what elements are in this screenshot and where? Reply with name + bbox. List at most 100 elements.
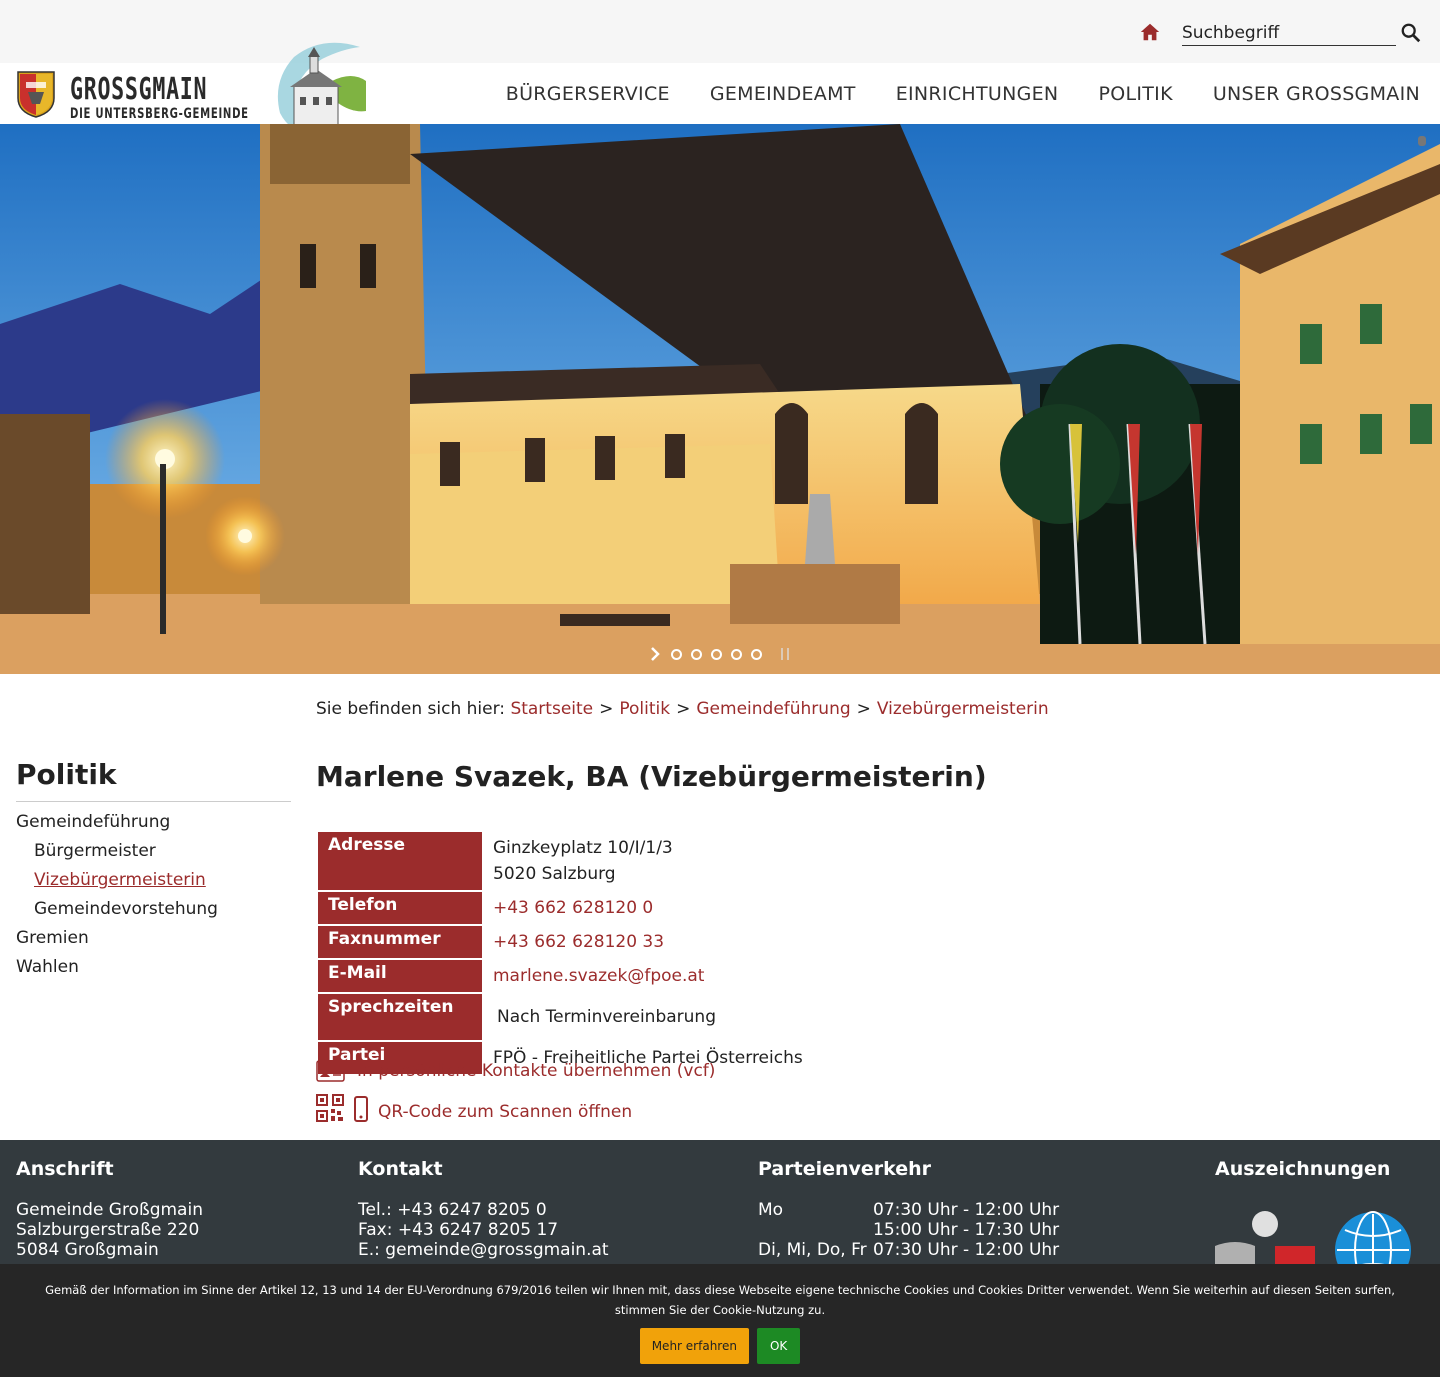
search-icon[interactable]	[1400, 22, 1422, 44]
hours-time: 15:00 Uhr - 17:30 Uhr	[873, 1220, 1060, 1240]
address-line2: 5020 Salzburg	[493, 864, 616, 884]
scroll-indicator	[1418, 136, 1426, 146]
breadcrumb-separator: >	[856, 699, 871, 719]
hero-image-church	[0, 124, 1440, 674]
slider-dot[interactable]	[751, 648, 762, 660]
nav-item-unser-grossgmain[interactable]: UNSER GROSSGMAIN	[1213, 83, 1420, 105]
email-label: E-Mail	[318, 960, 482, 992]
nav-item-gemeindeamt[interactable]: GEMEINDEAMT	[710, 83, 856, 105]
sidebar-link-active[interactable]: Vizebürgermeisterin	[34, 870, 206, 890]
hero-slider	[0, 124, 1440, 674]
sidebar-link[interactable]: Bürgermeister	[34, 841, 156, 861]
nav-item-einrichtungen[interactable]: EINRICHTUNGEN	[896, 83, 1059, 105]
footer-hours: Parteienverkehr Mo 07:30 Uhr - 12:00 Uhr…	[758, 1158, 1059, 1260]
home-icon[interactable]	[1139, 21, 1161, 43]
breadcrumb-item-politik[interactable]: Politik	[619, 699, 670, 719]
site-header: GROSSGMAIN DIE UNTERSBERG-GEMEINDE BÜRGE…	[0, 42, 1440, 139]
sidebar-item-buergermeister: Bürgermeister	[16, 837, 291, 866]
slider-pause-icon[interactable]	[781, 648, 789, 660]
sidebar-title: Politik	[16, 758, 291, 802]
address-value: Ginzkeyplatz 10/I/1/3 5020 Salzburg	[484, 832, 812, 890]
table-row-hours: Sprechzeiten Nach Terminvereinbarung	[318, 994, 812, 1040]
cookie-ok-button[interactable]: OK	[756, 1328, 801, 1364]
coat-of-arms-logo	[17, 71, 55, 118]
footer-tel[interactable]: Tel.: +43 6247 8205 0	[358, 1200, 609, 1220]
cookie-text: Gemäß der Information im Sinne der Artik…	[45, 1283, 1395, 1317]
hours-label: Sprechzeiten	[318, 994, 482, 1040]
address-label: Adresse	[318, 832, 482, 890]
breadcrumb-item-vizebuergermeisterin[interactable]: Vizebürgermeisterin	[877, 699, 1049, 719]
footer-awards-title: Auszeichnungen	[1215, 1158, 1391, 1180]
cookie-more-button[interactable]: Mehr erfahren	[639, 1328, 749, 1364]
nav-item-buergerservice[interactable]: BÜRGERSERVICE	[506, 83, 670, 105]
sidebar-item-wahlen: Wahlen	[16, 953, 291, 982]
cookie-banner: Gemäß der Information im Sinne der Artik…	[0, 1264, 1440, 1377]
main-navigation: BÜRGERSERVICE GEMEINDEAMT EINRICHTUNGEN …	[506, 83, 1420, 105]
sidebar-link[interactable]: Gemeindevorstehung	[34, 899, 218, 919]
breadcrumb: Sie befinden sich hier: Startseite > Polit…	[316, 699, 1049, 719]
sidebar-menu: Gemeindeführung Bürgermeister Vizebürger…	[16, 808, 291, 982]
slider-dot[interactable]	[711, 648, 722, 660]
sidebar: Politik Gemeindeführung Bürgermeister Vi…	[16, 758, 291, 982]
table-row-fax: Faxnummer +43 662 628120 33	[318, 926, 812, 958]
footer-address-line: Salzburgerstraße 220	[16, 1220, 200, 1240]
hours-day: Di, Mi, Do, Fr	[758, 1240, 867, 1260]
hours-time: 07:30 Uhr - 12:00 Uhr	[873, 1200, 1060, 1220]
email-link[interactable]: marlene.svazek@fpoe.at	[493, 966, 704, 986]
contact-info-table: Adresse Ginzkeyplatz 10/I/1/3 5020 Salzb…	[316, 830, 814, 1076]
footer-address-line: 5084 Großgmain	[16, 1240, 159, 1260]
qr-link-label: QR-Code zum Scannen öffnen	[378, 1102, 633, 1122]
cookie-buttons: Mehr erfahren OK	[0, 1328, 1440, 1364]
breadcrumb-separator: >	[599, 699, 614, 719]
hours-day: Mo	[758, 1200, 784, 1220]
slider-dot[interactable]	[731, 648, 742, 660]
footer-contact: Kontakt Tel.: +43 6247 8205 0 Fax: +43 6…	[358, 1158, 609, 1260]
sidebar-link[interactable]: Gremien	[16, 928, 89, 948]
top-utility-bar	[0, 0, 1440, 63]
breadcrumb-prefix: Sie befinden sich hier:	[316, 699, 506, 719]
sidebar-item-gemeindevorstehung: Gemeindevorstehung	[16, 895, 291, 924]
logo-title: GROSSGMAIN	[70, 72, 208, 107]
slider-next-icon[interactable]	[648, 646, 662, 662]
table-row-email: E-Mail marlene.svazek@fpoe.at	[318, 960, 812, 992]
hours-value: Nach Terminvereinbarung	[497, 1007, 716, 1027]
opening-hours-grid: Mo 07:30 Uhr - 12:00 Uhr 15:00 Uhr - 17:…	[758, 1200, 1059, 1260]
sidebar-item-vizebuergermeisterin: Vizebürgermeisterin	[16, 866, 291, 895]
phone-link[interactable]: +43 662 628120 0	[493, 898, 653, 918]
footer-email[interactable]: E.: gemeinde@grossgmain.at	[358, 1240, 609, 1260]
vcard-icon	[316, 1060, 345, 1082]
table-row-address: Adresse Ginzkeyplatz 10/I/1/3 5020 Salzb…	[318, 832, 812, 890]
breadcrumb-item-startseite[interactable]: Startseite	[510, 699, 593, 719]
phone-label: Telefon	[318, 892, 482, 924]
footer-fax: Fax: +43 6247 8205 17	[358, 1220, 559, 1240]
address-line1: Ginzkeyplatz 10/I/1/3	[493, 838, 673, 858]
slider-dot[interactable]	[691, 648, 702, 660]
vcf-link-label: In persönliche Kontakte übernehmen (vcf)	[357, 1061, 716, 1081]
footer-address: Anschrift Gemeinde Großgmain Salzburgers…	[16, 1158, 203, 1260]
fax-label: Faxnummer	[318, 926, 482, 958]
qr-code-link[interactable]: QR-Code zum Scannen öffnen	[316, 1094, 632, 1122]
vcf-download-link[interactable]: In persönliche Kontakte übernehmen (vcf)	[316, 1060, 715, 1082]
slider-controls	[648, 646, 789, 662]
sidebar-link[interactable]: Wahlen	[16, 957, 79, 977]
search-input[interactable]	[1182, 20, 1396, 46]
footer-address-title: Anschrift	[16, 1158, 114, 1180]
footer-address-line: Gemeinde Großgmain	[16, 1200, 203, 1220]
hours-day	[758, 1220, 873, 1240]
sidebar-item-gemeindefuehrung: Gemeindeführung	[16, 808, 291, 837]
footer-hours-title: Parteienverkehr	[758, 1158, 932, 1180]
nav-item-politik[interactable]: POLITIK	[1098, 83, 1172, 105]
table-row-phone: Telefon +43 662 628120 0	[318, 892, 812, 924]
sidebar-link[interactable]: Gemeindeführung	[16, 812, 170, 832]
sidebar-item-gremien: Gremien	[16, 924, 291, 953]
page-title: Marlene Svazek, BA (Vizebürgermeisterin)	[316, 760, 987, 793]
footer-contact-title: Kontakt	[358, 1158, 443, 1180]
breadcrumb-item-gemeindefuehrung[interactable]: Gemeindeführung	[696, 699, 850, 719]
site-logo[interactable]: GROSSGMAIN DIE UNTERSBERG-GEMEINDE	[16, 70, 256, 122]
breadcrumb-separator: >	[676, 699, 691, 719]
fax-link[interactable]: +43 662 628120 33	[493, 932, 664, 952]
hours-time: 07:30 Uhr - 12:00 Uhr	[873, 1240, 1060, 1260]
qr-code-icon	[316, 1094, 344, 1122]
slider-dot[interactable]	[671, 648, 682, 660]
phone-icon	[354, 1096, 368, 1122]
